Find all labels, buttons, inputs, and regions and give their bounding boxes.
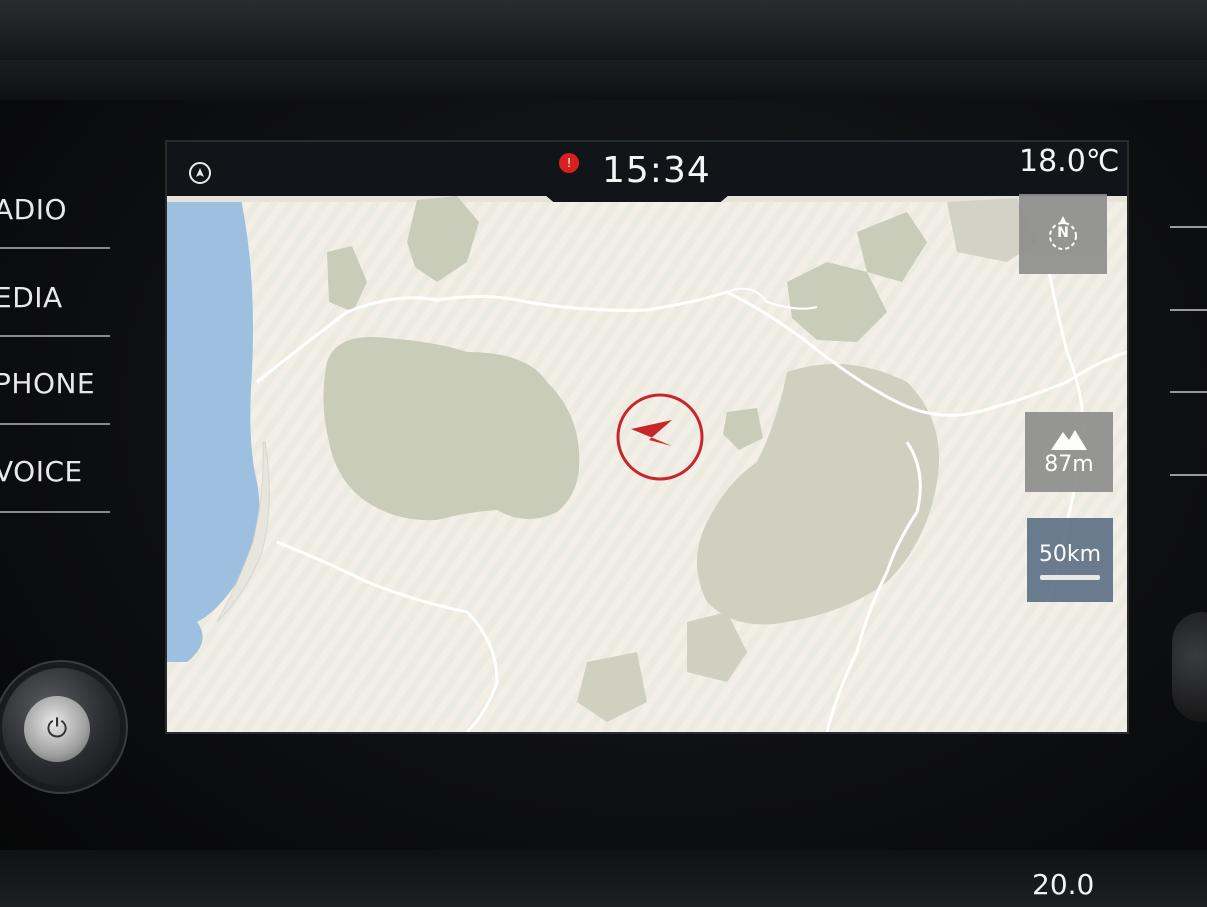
altitude-value: 87m xyxy=(1044,451,1094,477)
menu-knob[interactable] xyxy=(1172,612,1207,722)
radio-button[interactable]: ADIO xyxy=(0,166,108,252)
right-hard-button[interactable] xyxy=(1170,474,1207,476)
side-divider xyxy=(0,423,110,425)
radio-button-label: ADIO xyxy=(0,192,68,226)
sea-area xyxy=(167,182,260,622)
dashboard-top-trim-lower xyxy=(0,60,1207,100)
altitude-button[interactable]: 87m xyxy=(1025,412,1113,492)
climate-panel xyxy=(0,850,1207,907)
media-button-label: EDIA xyxy=(0,280,63,314)
power-icon: ⏻ xyxy=(24,696,90,762)
compass-button[interactable]: N xyxy=(1019,194,1107,274)
voice-button[interactable]: VOICE xyxy=(0,428,108,514)
map-scale-value: 50km xyxy=(1038,542,1102,567)
side-divider xyxy=(0,335,110,337)
map-scale-button[interactable]: 50km xyxy=(1027,518,1113,602)
voice-button-label: VOICE xyxy=(0,454,83,488)
navigation-status-icon xyxy=(189,162,211,184)
compass-north-label: N xyxy=(1057,225,1069,241)
power-volume-knob[interactable]: ⏻ xyxy=(2,668,120,786)
navigation-map[interactable] xyxy=(167,142,1127,732)
right-hard-button[interactable] xyxy=(1170,391,1207,393)
infotainment-screen: ! 15:34 18.0℃ N 87m 50km xyxy=(165,140,1129,734)
alert-icon: ! xyxy=(559,153,579,173)
mountain-icon xyxy=(1051,429,1087,450)
clock: 15:34 xyxy=(602,150,711,191)
dashboard-top-trim xyxy=(0,0,1207,60)
right-hard-button[interactable] xyxy=(1170,226,1207,228)
side-divider xyxy=(0,247,110,249)
media-button[interactable]: EDIA xyxy=(0,254,108,340)
right-hard-button[interactable] xyxy=(1170,309,1207,311)
climate-temperature: 20.0 xyxy=(1032,868,1095,901)
outside-temperature: 18.0℃ xyxy=(1019,144,1120,179)
phone-button[interactable]: PHONE xyxy=(0,340,108,426)
phone-button-label: PHONE xyxy=(0,366,96,400)
side-divider xyxy=(0,511,110,513)
scale-bar-icon xyxy=(1040,575,1100,580)
